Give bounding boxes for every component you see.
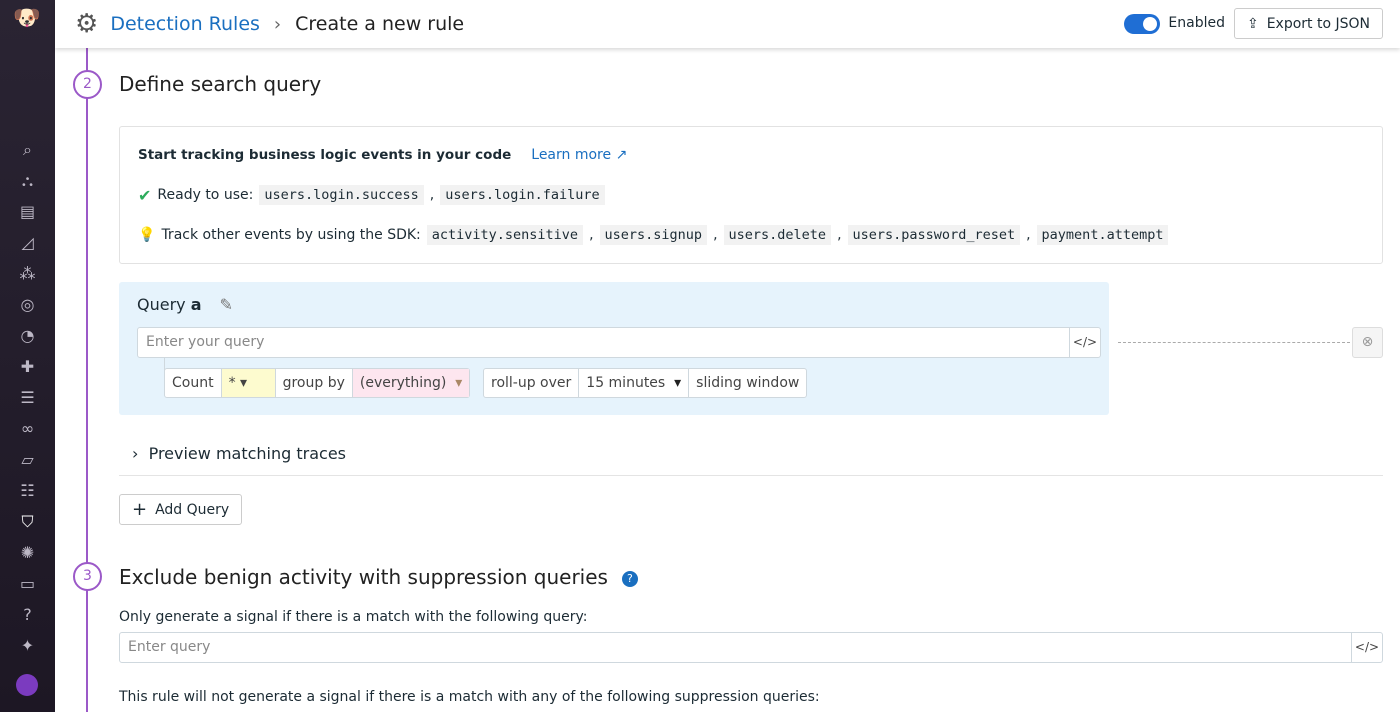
- measure-select[interactable]: * ▾: [222, 369, 276, 397]
- count-label: Count: [165, 369, 222, 397]
- help-icon[interactable]: ?: [0, 605, 55, 625]
- learn-more-label: Learn more: [531, 147, 611, 163]
- query-label: Query: [137, 295, 186, 314]
- binoculars-icon[interactable]: ⛬: [0, 171, 55, 191]
- remove-query-button[interactable]: ⊗: [1352, 327, 1383, 358]
- window-value: 15 minutes: [586, 375, 665, 391]
- logs-icon[interactable]: ▤: [0, 202, 55, 222]
- header: ⚙ Detection Rules › Create a new rule En…: [55, 0, 1400, 48]
- event-code: payment.attempt: [1037, 225, 1169, 245]
- query-name: a: [191, 295, 202, 314]
- suppression-placeholder: Enter query: [128, 639, 210, 655]
- avatar[interactable]: [16, 674, 38, 696]
- preview-label: Preview matching traces: [149, 444, 346, 463]
- only-signal-text: Only generate a signal if there is a mat…: [119, 609, 588, 625]
- event-code: users.login.failure: [440, 185, 604, 205]
- track-label: Track other events by using the SDK:: [161, 227, 420, 243]
- export-json-button[interactable]: ⇪ Export to JSON: [1234, 8, 1383, 39]
- pencil-icon[interactable]: ✎: [220, 295, 233, 314]
- chat-icon[interactable]: ▭: [0, 574, 55, 594]
- enabled-label: Enabled: [1168, 15, 1225, 31]
- gear-icon: ⚙: [75, 9, 98, 39]
- ready-label: Ready to use:: [157, 187, 253, 203]
- event-code: users.delete: [724, 225, 832, 245]
- step-number: 2: [73, 70, 102, 99]
- network-icon[interactable]: ✺: [0, 543, 55, 563]
- query-input[interactable]: Enter your query </>: [137, 327, 1101, 358]
- event-code: users.login.success: [259, 185, 423, 205]
- external-link-icon: ↗: [616, 147, 628, 163]
- suppression-text: This rule will not generate a signal if …: [119, 689, 820, 705]
- help-icon[interactable]: ?: [622, 571, 638, 587]
- plus-icon: +: [132, 499, 147, 520]
- watchdog-icon[interactable]: ☷: [0, 481, 55, 501]
- metrics-icon[interactable]: ◿: [0, 233, 55, 253]
- connector-line: [1118, 342, 1350, 343]
- sliding-window-label: sliding window: [689, 369, 806, 397]
- datadog-logo[interactable]: 🐶: [12, 6, 42, 36]
- business-logic-info: Start tracking business logic events in …: [119, 126, 1383, 264]
- group-by-select[interactable]: (everything) ▾: [353, 369, 469, 397]
- lightbulb-icon: 💡: [138, 227, 155, 243]
- suppression-query-input[interactable]: Enter query </>: [119, 632, 1383, 663]
- performance-icon[interactable]: ◔: [0, 326, 55, 346]
- section-title-text: Exclude benign activity with suppression…: [119, 565, 608, 589]
- info-heading: Start tracking business logic events in …: [138, 147, 511, 163]
- window-select[interactable]: 15 minutes ▾: [579, 369, 689, 397]
- export-label: Export to JSON: [1267, 16, 1370, 32]
- event-code: users.signup: [600, 225, 708, 245]
- rollup-label: roll-up over: [484, 369, 579, 397]
- event-code: users.password_reset: [848, 225, 1021, 245]
- step-number: 3: [73, 562, 102, 591]
- sidebar: 🐶 ⌕ ⛬ ▤ ◿ ⁂ ◎ ◔ ✚ ☰ ∞ ▱ ☷ ⛉ ✺ ▭ ? ✦: [0, 0, 55, 712]
- aggregation-group: Count * ▾ group by (everything) ▾: [164, 368, 470, 398]
- group-by-value: (everything): [360, 375, 447, 391]
- page-title: Create a new rule: [295, 13, 464, 35]
- check-circle-icon: ✔: [138, 186, 151, 205]
- add-query-button[interactable]: + Add Query: [119, 494, 242, 525]
- notebooks-icon[interactable]: ▱: [0, 450, 55, 470]
- apm-icon[interactable]: ◎: [0, 295, 55, 315]
- measure-value: *: [229, 375, 236, 391]
- sparkle-icon[interactable]: ✦: [0, 636, 55, 656]
- event-code: activity.sensitive: [427, 225, 583, 245]
- add-query-label: Add Query: [155, 502, 229, 518]
- section-title: Exclude benign activity with suppression…: [119, 565, 638, 589]
- pipelines-icon[interactable]: ☰: [0, 388, 55, 408]
- workflow-icon[interactable]: ∞: [0, 419, 55, 439]
- preview-toggle[interactable]: › Preview matching traces: [132, 444, 346, 463]
- query-editor: Query a ✎ Enter your query </> Count * ▾ g…: [119, 282, 1109, 415]
- step-line: [86, 48, 88, 712]
- group-by-label: group by: [276, 369, 353, 397]
- enabled-toggle[interactable]: [1124, 14, 1160, 34]
- search-icon[interactable]: ⌕: [0, 140, 55, 160]
- rollup-group: roll-up over 15 minutes ▾ sliding window: [483, 368, 807, 398]
- code-toggle-button[interactable]: </>: [1069, 328, 1100, 357]
- security-shield-icon[interactable]: ⛉: [0, 512, 55, 532]
- code-toggle-button[interactable]: </>: [1351, 633, 1382, 662]
- chevron-right-icon: ›: [132, 444, 138, 463]
- integrations-icon[interactable]: ✚: [0, 357, 55, 377]
- query-placeholder: Enter your query: [146, 334, 264, 350]
- divider: [119, 475, 1383, 476]
- section-title: Define search query: [119, 72, 321, 96]
- learn-more-link[interactable]: Learn more ↗: [531, 147, 627, 163]
- chevron-right-icon: ›: [274, 14, 281, 35]
- infrastructure-icon[interactable]: ⁂: [0, 264, 55, 284]
- upload-icon: ⇪: [1247, 16, 1259, 32]
- breadcrumb-detection-rules[interactable]: Detection Rules: [110, 13, 260, 35]
